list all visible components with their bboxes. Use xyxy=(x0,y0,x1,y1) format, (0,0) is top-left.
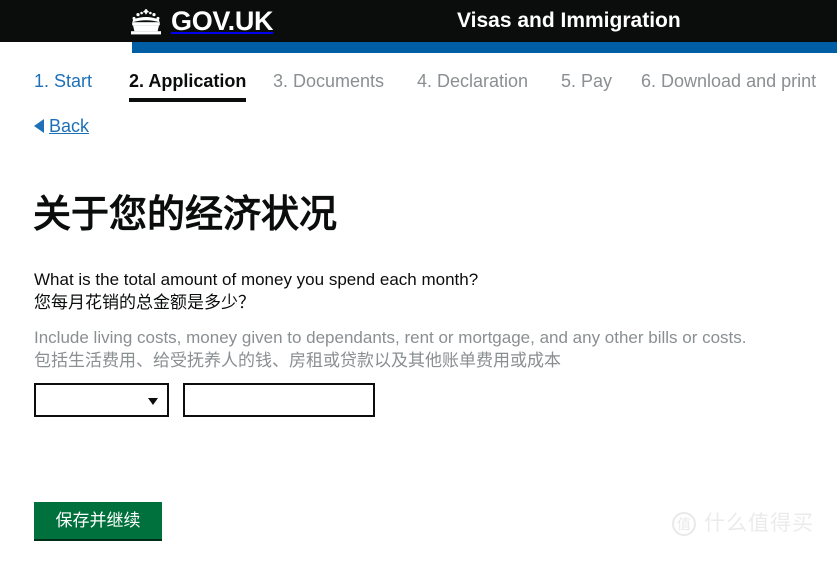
save-and-continue-button[interactable]: 保存并继续 xyxy=(34,502,162,541)
hint-block: Include living costs, money given to dep… xyxy=(34,326,834,373)
money-input-row xyxy=(34,383,375,417)
step-1-start[interactable]: 1. Start xyxy=(34,68,92,94)
service-name: Visas and Immigration xyxy=(457,9,681,32)
step-4-declaration: 4. Declaration xyxy=(417,71,529,91)
back-link[interactable]: Back xyxy=(34,114,89,138)
gov-uk-brand-name: GOV.UK xyxy=(171,5,274,36)
header-accent-bar xyxy=(132,42,837,53)
step-current-underline xyxy=(129,98,247,102)
step-6-download-and-print: 6. Download and print xyxy=(641,71,817,91)
question-label-en: What is the total amount of money you sp… xyxy=(34,270,479,289)
step-3-documents: 3. Documents xyxy=(273,71,385,91)
back-arrow-icon xyxy=(34,119,44,133)
progress-steps: 1. Start 2. Application 3. Documents 4. … xyxy=(0,68,837,104)
currency-select[interactable] xyxy=(34,383,169,417)
step-2-application[interactable]: 2. Application xyxy=(129,68,247,102)
hint-text-en: Include living costs, money given to dep… xyxy=(34,328,747,347)
step-2-label: 2. Application xyxy=(129,71,247,91)
back-link-label: Back xyxy=(49,116,90,136)
step-5-pay: 5. Pay xyxy=(561,71,613,91)
gov-uk-brand-link[interactable]: GOV.UK xyxy=(128,1,274,41)
page-title: 关于您的经济状况 xyxy=(33,194,338,237)
question-block: What is the total amount of money you sp… xyxy=(34,268,814,315)
watermark-text: 什么值得买 xyxy=(704,512,814,535)
crown-icon xyxy=(128,8,164,35)
gov-uk-header: GOV.UK Visas and Immigration xyxy=(0,0,837,42)
amount-input[interactable] xyxy=(183,383,375,417)
watermark: 值 什么值得买 xyxy=(672,512,814,536)
question-label-zh: 您每月花销的总金额是多少？ xyxy=(34,293,255,312)
caret-down-icon xyxy=(148,398,158,405)
watermark-logo-icon: 值 xyxy=(672,512,696,536)
hint-text-zh: 包括生活费用、给受抚养人的钱、房租或贷款以及其他账单费用或成本 xyxy=(34,351,561,370)
